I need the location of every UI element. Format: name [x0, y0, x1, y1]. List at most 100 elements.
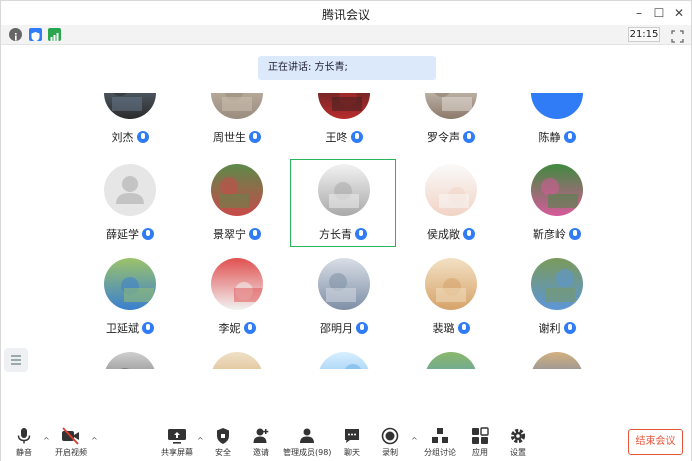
breakout-label: 分组讨论 — [424, 448, 456, 457]
manage-members-button[interactable]: 管理成员(98) — [283, 427, 331, 459]
meeting-clock: 21:15 — [628, 27, 660, 42]
participant-tile[interactable]: 罗令声 — [398, 93, 504, 151]
avatar — [211, 164, 263, 216]
participant-name-text: 谢利 — [538, 322, 561, 335]
participant-name: 陈静 — [504, 129, 610, 145]
participant-name-text: 侯成敞 — [427, 228, 460, 241]
share-options-caret[interactable]: ^ — [197, 437, 205, 445]
participant-name: 邵明月 — [291, 320, 397, 336]
participant-tile[interactable] — [504, 348, 610, 369]
maximize-button[interactable]: ☐ — [651, 5, 667, 21]
avatar — [531, 352, 583, 369]
avatar — [531, 258, 583, 310]
avatar — [211, 93, 263, 119]
participant-tile[interactable]: 薛延学 — [77, 160, 183, 248]
fullscreen-icon[interactable] — [671, 28, 684, 43]
participant-tile[interactable]: 李妮 — [184, 254, 290, 342]
participant-name-text: 周世生 — [213, 131, 246, 144]
end-meeting-button[interactable]: 结束会议 — [628, 429, 683, 455]
manage-members-label: 管理成员(98) — [283, 448, 332, 457]
participant-name-text: 王咚 — [325, 131, 348, 144]
microphone-icon — [243, 322, 256, 334]
microphone-icon — [350, 131, 363, 143]
participant-tile[interactable] — [184, 348, 290, 369]
microphone-icon — [136, 131, 149, 143]
avatar — [531, 164, 583, 216]
avatar — [425, 164, 477, 216]
participant-tile[interactable]: 谢利 — [504, 254, 610, 342]
settings-button[interactable]: 设置 — [505, 427, 531, 459]
participant-name: 罗令声 — [398, 129, 504, 145]
microphone-icon — [142, 228, 154, 240]
video-label: 开启视频 — [55, 448, 87, 457]
apps-label: 应用 — [472, 448, 488, 457]
minimize-button[interactable]: – — [631, 5, 647, 21]
participant-name-text: 方长青 — [319, 228, 352, 241]
microphone-icon — [463, 131, 475, 143]
breakout-rooms-icon — [432, 428, 448, 443]
participant-tile[interactable] — [398, 348, 504, 369]
participant-name-text: 邵明月 — [320, 322, 353, 335]
participant-tile[interactable]: 陈静陈静 — [504, 93, 610, 151]
apps-icon — [472, 427, 489, 444]
info-icon[interactable] — [9, 28, 22, 41]
participant-name: 王咚 — [291, 129, 397, 145]
participant-tile[interactable]: 王咚 — [291, 93, 397, 151]
participant-name: 靳彦岭 — [504, 226, 610, 242]
participant-name-text: 薛延学 — [106, 228, 139, 241]
participant-name: 周世生 — [184, 129, 290, 145]
record-options-caret[interactable]: ^ — [411, 437, 419, 445]
participant-name: 卫延斌 — [77, 320, 183, 336]
video-button[interactable]: 开启视频 — [53, 427, 89, 459]
meeting-window: 腾讯会议 – ☐ ✕ 21:15 正在讲话: 方长青; 刘杰 周世生 王咚 罗令声 陈静… — [0, 0, 692, 461]
participant-name-text: 卫延斌 — [106, 322, 139, 335]
avatar — [211, 352, 263, 369]
shield-icon[interactable] — [29, 28, 42, 42]
participant-name: 裴璐 — [398, 320, 504, 336]
microphone-icon — [356, 322, 368, 334]
settings-label: 设置 — [510, 448, 526, 457]
avatar — [425, 352, 477, 369]
participant-name: 方长青 — [291, 226, 395, 242]
participant-tile[interactable]: 卫延斌 — [77, 254, 183, 342]
status-bar: 21:15 — [1, 25, 691, 45]
breakout-button[interactable]: 分组讨论 — [423, 427, 457, 459]
participant-tile[interactable]: 靳彦岭 — [504, 160, 610, 248]
participant-name-text: 罗令声 — [427, 131, 460, 144]
record-icon — [381, 427, 399, 445]
participant-tile[interactable]: 裴璐 — [398, 254, 504, 342]
participant-list-toggle[interactable] — [4, 348, 28, 372]
participant-tile[interactable]: 景翠宁 — [184, 160, 290, 248]
chat-button[interactable]: 聊天 — [339, 427, 365, 459]
participant-tile[interactable] — [77, 348, 183, 369]
avatar — [318, 164, 370, 216]
participant-tile[interactable]: 邵明月 — [291, 254, 397, 342]
participant-grid: 刘杰 周世生 王咚 罗令声 陈静陈静薛延学 景翠宁 方长青 侯成敞 靳彦岭卫延斌 李妮邵明月 裴璐 谢… — [1, 93, 691, 369]
close-button[interactable]: ✕ — [671, 5, 687, 21]
video-options-caret[interactable]: ^ — [91, 437, 99, 445]
chat-label: 聊天 — [344, 448, 360, 457]
security-button[interactable]: 安全 — [209, 427, 237, 459]
participant-tile[interactable]: 侯成敞 — [398, 160, 504, 248]
participant-tile[interactable] — [291, 348, 397, 369]
microphone-icon — [142, 322, 154, 334]
participant-tile[interactable]: 刘杰 — [77, 93, 183, 151]
microphone-icon — [563, 131, 576, 143]
gear-icon — [510, 428, 526, 444]
share-screen-icon — [168, 429, 186, 444]
audio-options-caret[interactable]: ^ — [43, 437, 51, 445]
participant-tile[interactable]: 周世生 — [184, 93, 290, 151]
mute-button[interactable]: 静音 — [9, 427, 39, 459]
avatar — [318, 258, 370, 310]
participant-name: 景翠宁 — [184, 226, 290, 242]
invite-button[interactable]: 邀请 — [247, 427, 275, 459]
signal-icon[interactable] — [48, 28, 61, 41]
record-button[interactable]: 录制 — [377, 427, 403, 459]
participant-name-text: 刘杰 — [111, 131, 134, 144]
share-screen-button[interactable]: 共享屏幕 — [159, 427, 195, 459]
apps-button[interactable]: 应用 — [467, 427, 493, 459]
meeting-toolbar: 静音 ^ 开启视频 ^ 共享屏幕 ^ 安全 邀请 管理成员(98) 聊天 录制 … — [1, 419, 691, 461]
microphone-icon — [249, 131, 261, 143]
participant-tile[interactable]: 方长青 — [290, 159, 396, 247]
speaking-banner: 正在讲话: 方长青; — [258, 56, 436, 80]
